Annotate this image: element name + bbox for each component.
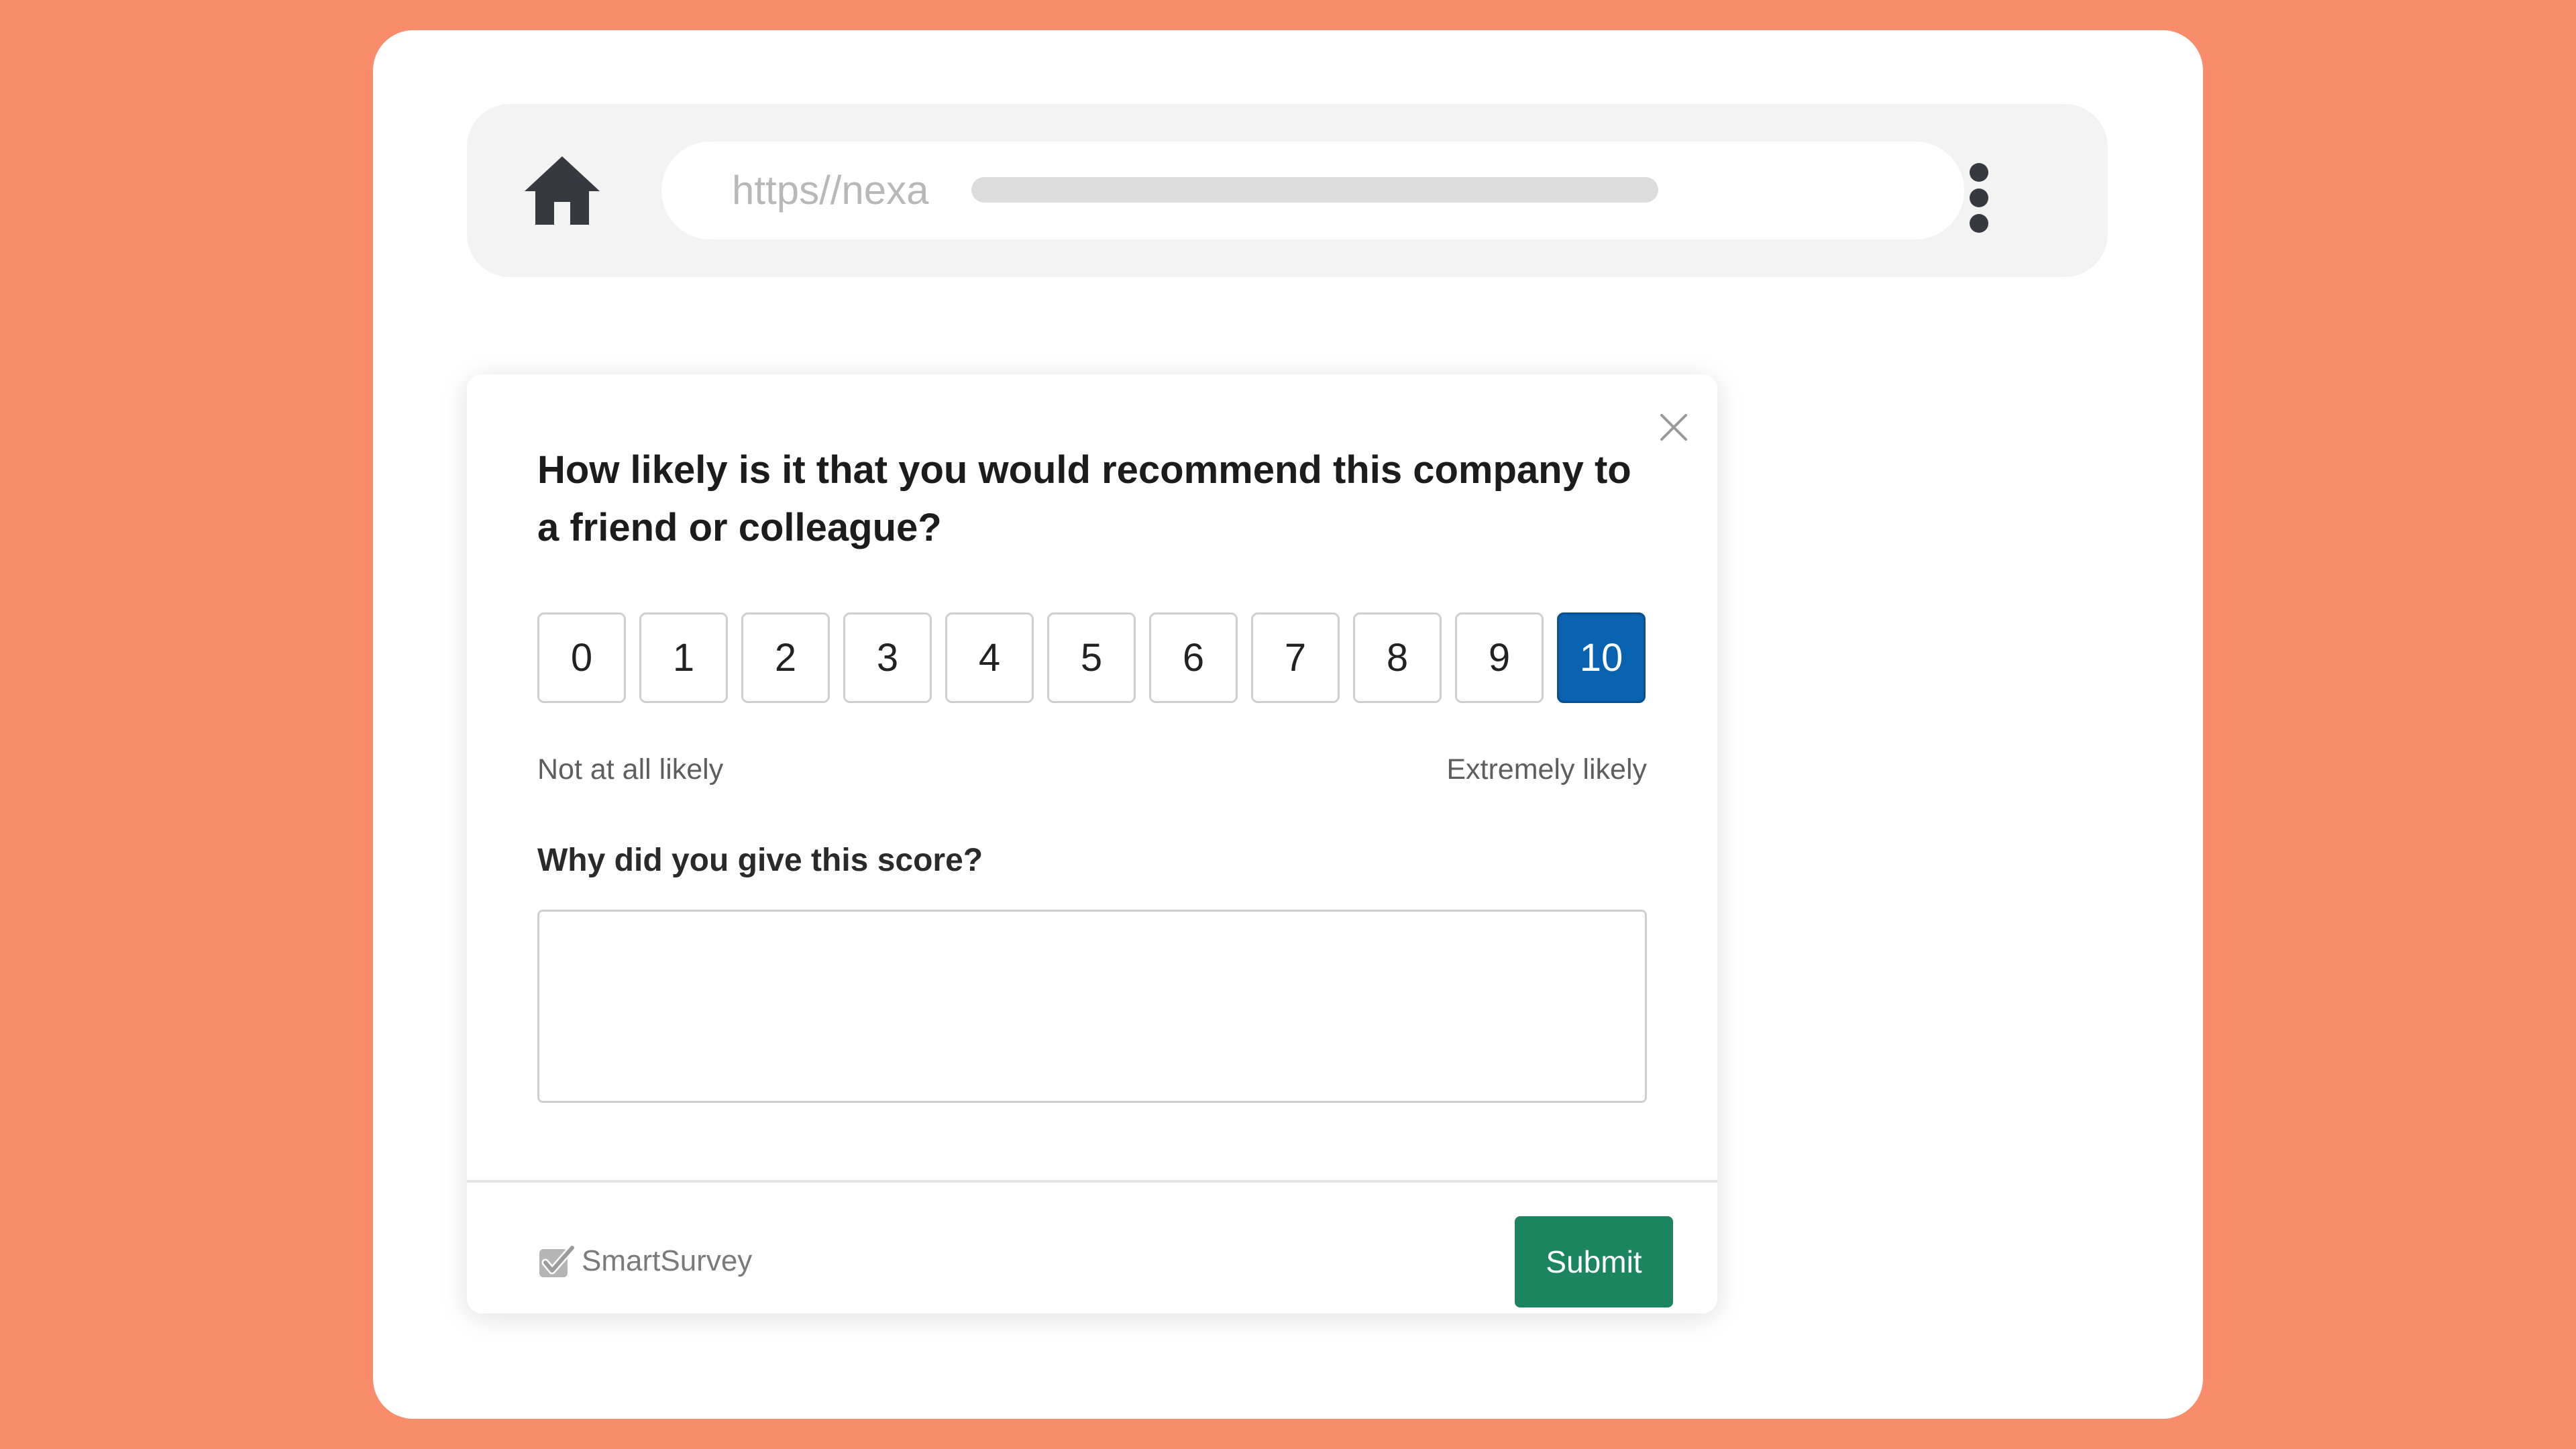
brand-name: SmartSurvey [582,1244,753,1277]
survey-card: How likely is it that you would recommen… [467,374,1717,1313]
score-button-4[interactable]: 4 [945,612,1034,703]
browser-window: https//nexa How likely is it that you wo… [373,30,2203,1419]
footer-divider [467,1180,1717,1183]
score-button-10[interactable]: 10 [1557,612,1646,703]
score-button-8[interactable]: 8 [1353,612,1442,703]
address-bar[interactable]: https//nexa [661,142,1964,239]
score-button-7[interactable]: 7 [1251,612,1340,703]
score-button-2[interactable]: 2 [741,612,830,703]
score-button-1[interactable]: 1 [639,612,728,703]
scale-low-label: Not at all likely [537,753,724,786]
score-button-5[interactable]: 5 [1047,612,1136,703]
score-button-6[interactable]: 6 [1149,612,1238,703]
url-text: https//nexa [732,168,929,213]
submit-button[interactable]: Submit [1515,1216,1673,1307]
reason-textarea[interactable] [537,910,1647,1103]
score-button-9[interactable]: 9 [1455,612,1544,703]
survey-question: How likely is it that you would recommen… [537,448,1631,549]
score-button-0[interactable]: 0 [537,612,626,703]
nps-scale: 0 1 2 3 4 5 6 7 8 9 10 [537,612,1646,703]
home-icon[interactable] [522,154,602,227]
brand: SmartSurvey [537,1244,752,1279]
url-placeholder-bar [971,177,1658,203]
close-icon[interactable] [1658,412,1689,443]
score-button-3[interactable]: 3 [843,612,932,703]
checkbox-check-icon [539,1244,575,1277]
why-label: Why did you give this score? [537,843,983,878]
scale-high-label: Extremely likely [1446,753,1647,786]
kebab-menu-icon[interactable] [1970,163,1990,233]
browser-toolbar: https//nexa [467,104,2108,277]
